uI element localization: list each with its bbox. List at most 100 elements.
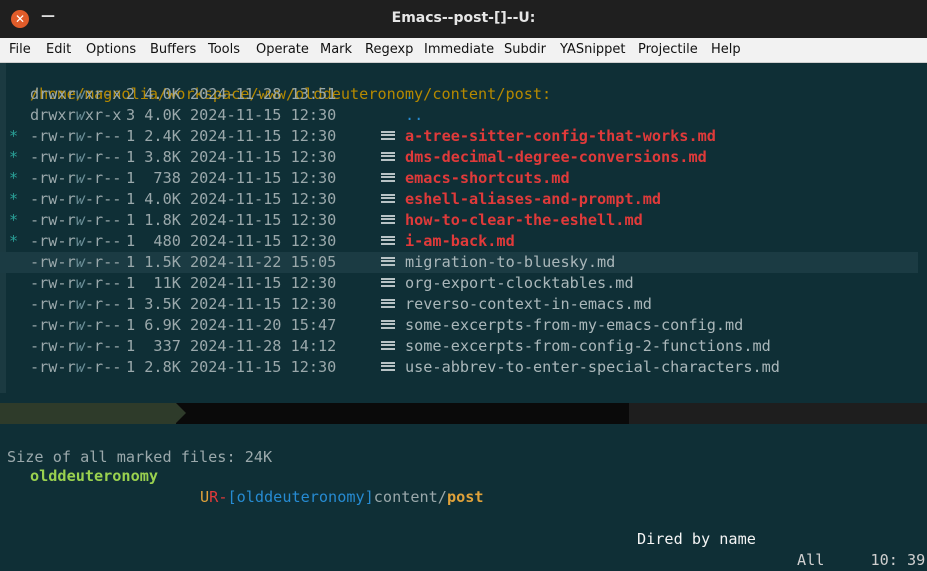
menu-options[interactable]: Options [86, 42, 136, 57]
mark-indicator: * [9, 232, 19, 250]
file-meta: 1 738 2024-11-15 12:30 [126, 169, 337, 187]
file-name[interactable]: migration-to-bluesky.md [405, 252, 615, 273]
dired-entry[interactable]: * -rw-rw-r-- 1 738 2024-11-15 12:30 emacs-s… [0, 168, 918, 189]
dired-entry[interactable]: -rw-rw-r-- 1 1.5K 2024-11-22 15:05 migrati… [0, 252, 918, 273]
mark-indicator: * [9, 127, 19, 145]
mode-line-project: [olddeuteronomy] [227, 488, 374, 506]
file-permissions: -rw-rw-r-- [30, 126, 121, 147]
dired-header-line: /home/magnolia/workspace/www/olddeuteron… [0, 63, 918, 103]
perm-part: -rw-r [30, 337, 76, 355]
perm-group-write: w [75, 106, 85, 124]
mode-line-right-segment [629, 403, 927, 424]
file-name[interactable]: reverso-context-in-emacs.md [405, 294, 652, 315]
menu-buffers[interactable]: Buffers [150, 42, 196, 57]
text-file-icon [381, 278, 395, 290]
menu-tools[interactable]: Tools [208, 42, 240, 57]
menu-immediate[interactable]: Immediate [424, 42, 494, 57]
dired-entry[interactable]: * -rw-rw-r-- 1 2.4K 2024-11-15 12:30 a-tree… [0, 126, 918, 147]
dired-entry[interactable]: * -rw-rw-r-- 1 3.8K 2024-11-15 12:30 dms-de… [0, 147, 918, 168]
perm-part: -r-- [84, 337, 122, 355]
file-meta: 1 337 2024-11-28 14:12 [126, 337, 337, 355]
mode-line-state-r: R [209, 488, 219, 506]
file-name[interactable]: how-to-clear-the-eshell.md [405, 210, 643, 231]
perm-group-write: w [75, 85, 85, 103]
mode-line-state-u: U [200, 488, 210, 506]
mode-line-position: All 10: 39 [797, 550, 925, 571]
menu-operate[interactable]: Operate [256, 42, 309, 57]
menu-mark[interactable]: Mark [320, 42, 352, 57]
file-name[interactable]: some-excerpts-from-my-emacs-config.md [405, 315, 743, 336]
dired-entry[interactable]: * -rw-rw-r-- 1 1.8K 2024-11-15 12:30 how-to… [0, 210, 918, 231]
perm-group-write: w [75, 148, 85, 166]
file-name[interactable]: .. [405, 105, 423, 126]
menu-yasnippet[interactable]: YASnippet [560, 42, 626, 57]
file-meta: 1 1.5K 2024-11-22 15:05 [126, 253, 337, 271]
file-permissions: -rw-rw-r-- [30, 168, 121, 189]
file-permissions: -rw-rw-r-- [30, 315, 121, 336]
mode-line-major-mode[interactable]: Dired by name [637, 529, 756, 550]
dired-entry[interactable]: -rw-rw-r-- 1 337 2024-11-28 14:12 some-exc… [0, 336, 918, 357]
menu-help[interactable]: Help [711, 42, 741, 57]
perm-part: -rw-r [30, 127, 76, 145]
file-name[interactable]: i-am-back.md [405, 231, 515, 252]
file-permissions: -rw-rw-r-- [30, 294, 121, 315]
dired-entry[interactable]: drwxrwxr-x 2 4.0K 2024-11-28 13:51. [0, 84, 918, 105]
dired-entry[interactable]: -rw-rw-r-- 1 6.9K 2024-11-20 15:47 some-ex… [0, 315, 918, 336]
text-file-icon [381, 194, 395, 206]
mode-line: olddeuteronomy UR-[olddeuteronomy]conten… [0, 403, 927, 569]
mode-line-all: All [797, 551, 825, 569]
perm-part: -r-- [84, 274, 122, 292]
file-name[interactable]: org-export-clocktables.md [405, 273, 634, 294]
perm-part: drwxr [30, 85, 76, 103]
dired-entry[interactable]: drwxrwxr-x 3 4.0K 2024-11-15 12:30.. [0, 105, 918, 126]
mode-line-line-col: 10: 39 [870, 551, 926, 569]
file-name[interactable]: . [405, 84, 414, 105]
mark-indicator: * [9, 148, 19, 166]
dired-entry[interactable]: -rw-rw-r-- 1 3.5K 2024-11-15 12:30 reverso… [0, 294, 918, 315]
file-name[interactable]: use-abbrev-to-enter-special-characters.m… [405, 357, 780, 378]
dired-entry[interactable]: * -rw-rw-r-- 1 480 2024-11-15 12:30 i-am-ba… [0, 231, 918, 252]
mode-line-state-sep: - [218, 488, 228, 506]
menu-projectile[interactable]: Projectile [638, 42, 698, 57]
file-name[interactable]: dms-decimal-degree-conversions.md [405, 147, 707, 168]
menu-file[interactable]: File [9, 42, 31, 57]
perm-group-write: w [75, 190, 85, 208]
minibuffer[interactable]: Size of all marked files: 24K [0, 424, 927, 466]
file-permissions: -rw-rw-r-- [30, 189, 121, 210]
file-name[interactable]: emacs-shortcuts.md [405, 168, 570, 189]
file-name[interactable]: eshell-aliases-and-prompt.md [405, 189, 661, 210]
file-permissions: -rw-rw-r-- [30, 147, 121, 168]
menu-edit[interactable]: Edit [46, 42, 71, 57]
perm-part: -rw-r [30, 169, 76, 187]
menu-subdir[interactable]: Subdir [504, 42, 546, 57]
perm-group-write: w [75, 358, 85, 376]
perm-part: -r-- [84, 295, 122, 313]
menu-regexp[interactable]: Regexp [365, 42, 413, 57]
perm-part: -r-- [84, 190, 122, 208]
file-name[interactable]: a-tree-sitter-config-that-works.md [405, 126, 716, 147]
text-file-icon [381, 299, 395, 311]
file-name[interactable]: some-excerpts-from-config-2-functions.md [405, 336, 771, 357]
perm-part: -r-- [84, 358, 122, 376]
file-meta: 1 6.9K 2024-11-20 15:47 [126, 316, 337, 334]
text-file-icon [381, 236, 395, 248]
file-permissions: -rw-rw-r-- [30, 252, 121, 273]
file-permissions: drwxrwxr-x [30, 105, 121, 126]
file-meta: 3 4.0K 2024-11-15 12:30 [126, 106, 337, 124]
file-permissions: -rw-rw-r-- [30, 336, 121, 357]
mode-line-buffer-name[interactable]: olddeuteronomy [30, 466, 158, 487]
dired-entry[interactable]: -rw-rw-r-- 1 2.8K 2024-11-15 12:30 use-abb… [0, 357, 918, 378]
file-permissions: -rw-rw-r-- [30, 231, 121, 252]
dired-entry[interactable]: -rw-rw-r-- 1 11K 2024-11-15 12:30 org-expo… [0, 273, 918, 294]
dired-entry[interactable]: * -rw-rw-r-- 1 4.0K 2024-11-15 12:30 eshell… [0, 189, 918, 210]
perm-group-write: w [75, 232, 85, 250]
perm-part: -r-- [84, 211, 122, 229]
text-file-icon [381, 362, 395, 374]
window-title: Emacs--post-[]--U: [391, 10, 536, 26]
text-file-icon [381, 131, 395, 143]
perm-part: -r-- [84, 253, 122, 271]
mode-line-dir: content/ [373, 488, 447, 506]
perm-part: -r-- [84, 169, 122, 187]
file-meta: 1 4.0K 2024-11-15 12:30 [126, 190, 337, 208]
file-meta: 2 4.0K 2024-11-28 13:51 [126, 85, 337, 103]
